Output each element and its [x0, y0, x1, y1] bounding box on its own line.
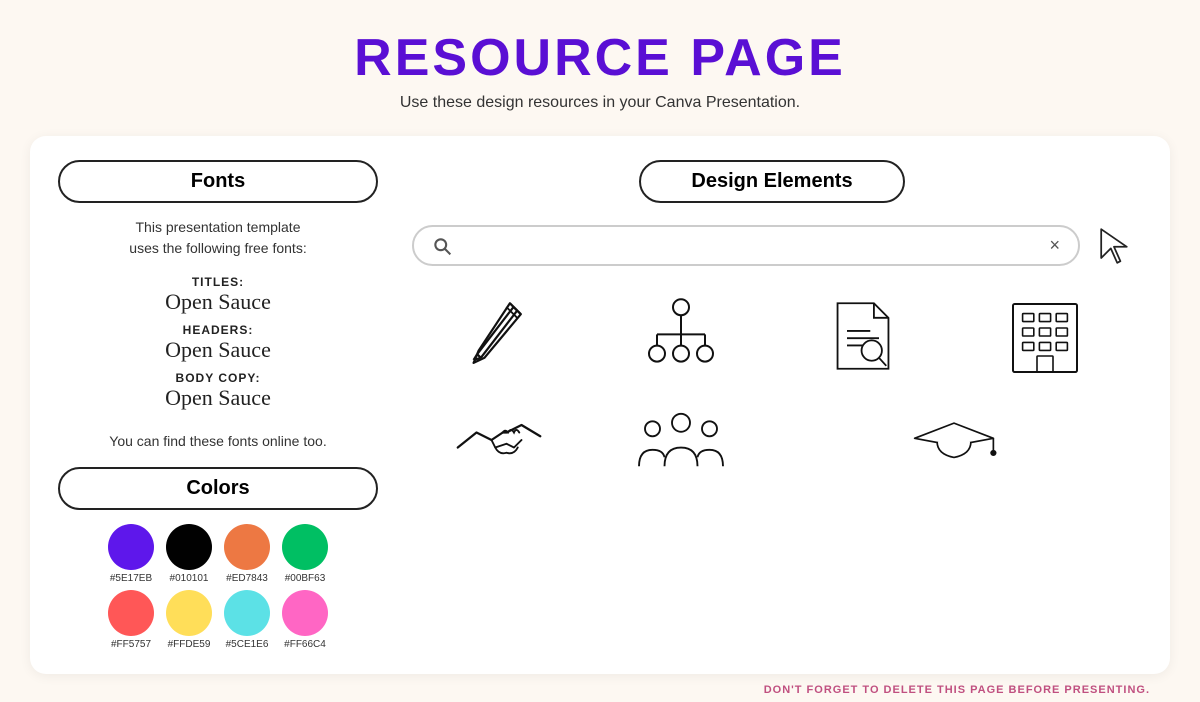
color-hex-purple: #5E17EB — [110, 573, 152, 584]
fonts-label: Fonts — [58, 160, 378, 203]
font-find: You can find these fonts online too. — [109, 433, 326, 449]
color-item-pink: #FF66C4 — [282, 590, 328, 650]
color-item-red: #FF5757 — [108, 590, 154, 650]
color-item-yellow: #FFDE59 — [166, 590, 212, 650]
cursor-icon — [1096, 226, 1132, 266]
color-swatch-cyan — [224, 590, 270, 636]
font-row-titles: TITLES: Open Sauce — [165, 275, 271, 315]
graduation-icon-cell — [776, 392, 1132, 488]
font-label-headers: HEADERS: — [165, 323, 271, 337]
color-swatch-yellow — [166, 590, 212, 636]
font-label-body: BODY COPY: — [165, 371, 271, 385]
handshake-icon — [454, 400, 544, 480]
page-footer: DON'T FORGET TO DELETE THIS PAGE BEFORE … — [0, 674, 1200, 702]
color-hex-cyan: #5CE1E6 — [226, 639, 269, 650]
search-clear-button[interactable]: × — [1049, 235, 1060, 256]
pencil-icon — [454, 296, 544, 376]
color-hex-pink: #FF66C4 — [284, 639, 326, 650]
main-card: Fonts This presentation templateuses the… — [30, 136, 1170, 674]
color-item-cyan: #5CE1E6 — [224, 590, 270, 650]
search-icon — [432, 236, 452, 256]
color-row-1: #5E17EB #010101 #ED7843 #00BF63 — [108, 524, 328, 584]
search-row: × — [402, 225, 1142, 266]
hierarchy-icon — [636, 296, 726, 376]
color-swatch-pink — [282, 590, 328, 636]
left-panel: Fonts This presentation templateuses the… — [58, 160, 378, 650]
color-hex-black: #010101 — [170, 573, 209, 584]
color-item-orange: #ED7843 — [224, 524, 270, 584]
color-swatch-red — [108, 590, 154, 636]
right-panel: Design Elements × — [402, 160, 1142, 650]
colors-grid: #5E17EB #010101 #ED7843 #00BF63 — [58, 524, 378, 650]
color-item-purple: #5E17EB — [108, 524, 154, 584]
color-row-2: #FF5757 #FFDE59 #5CE1E6 #FF66C4 — [108, 590, 328, 650]
footer-text: DON'T FORGET TO DELETE THIS PAGE BEFORE … — [764, 684, 1150, 696]
font-row-body: BODY COPY: Open Sauce — [165, 371, 271, 411]
design-elements-label: Design Elements — [639, 160, 904, 203]
graduation-icon — [909, 400, 999, 480]
color-swatch-orange — [224, 524, 270, 570]
page-header: RESOURCE PAGE Use these design resources… — [354, 0, 846, 122]
pencil-icon-cell — [412, 288, 586, 384]
colors-label: Colors — [58, 467, 378, 510]
icons-grid — [402, 288, 1142, 488]
page-title: RESOURCE PAGE — [354, 28, 846, 88]
handshake-icon-cell — [412, 392, 586, 488]
font-row-headers: HEADERS: Open Sauce — [165, 323, 271, 363]
color-item-black: #010101 — [166, 524, 212, 584]
building-icon — [1000, 296, 1090, 376]
search-input[interactable] — [462, 237, 1041, 255]
color-swatch-purple — [108, 524, 154, 570]
search-box[interactable]: × — [412, 225, 1080, 266]
color-hex-orange: #ED7843 — [226, 573, 268, 584]
page-subtitle: Use these design resources in your Canva… — [354, 94, 846, 112]
color-hex-red: #FF5757 — [111, 639, 151, 650]
font-name-body: Open Sauce — [165, 385, 271, 411]
color-swatch-black — [166, 524, 212, 570]
hierarchy-icon-cell — [594, 288, 768, 384]
color-item-green: #00BF63 — [282, 524, 328, 584]
font-name-headers: Open Sauce — [165, 337, 271, 363]
color-hex-yellow: #FFDE59 — [168, 639, 211, 650]
fonts-description: This presentation templateuses the follo… — [129, 217, 306, 259]
team-icon-cell — [594, 392, 768, 488]
color-swatch-green — [282, 524, 328, 570]
color-hex-green: #00BF63 — [285, 573, 326, 584]
font-label-titles: TITLES: — [165, 275, 271, 289]
team-icon — [636, 400, 726, 480]
building-icon-cell — [958, 288, 1132, 384]
document-search-icon — [818, 296, 908, 376]
colors-section: Colors #5E17EB #010101 #ED7843 — [58, 467, 378, 650]
document-search-icon-cell — [776, 288, 950, 384]
font-name-titles: Open Sauce — [165, 289, 271, 315]
